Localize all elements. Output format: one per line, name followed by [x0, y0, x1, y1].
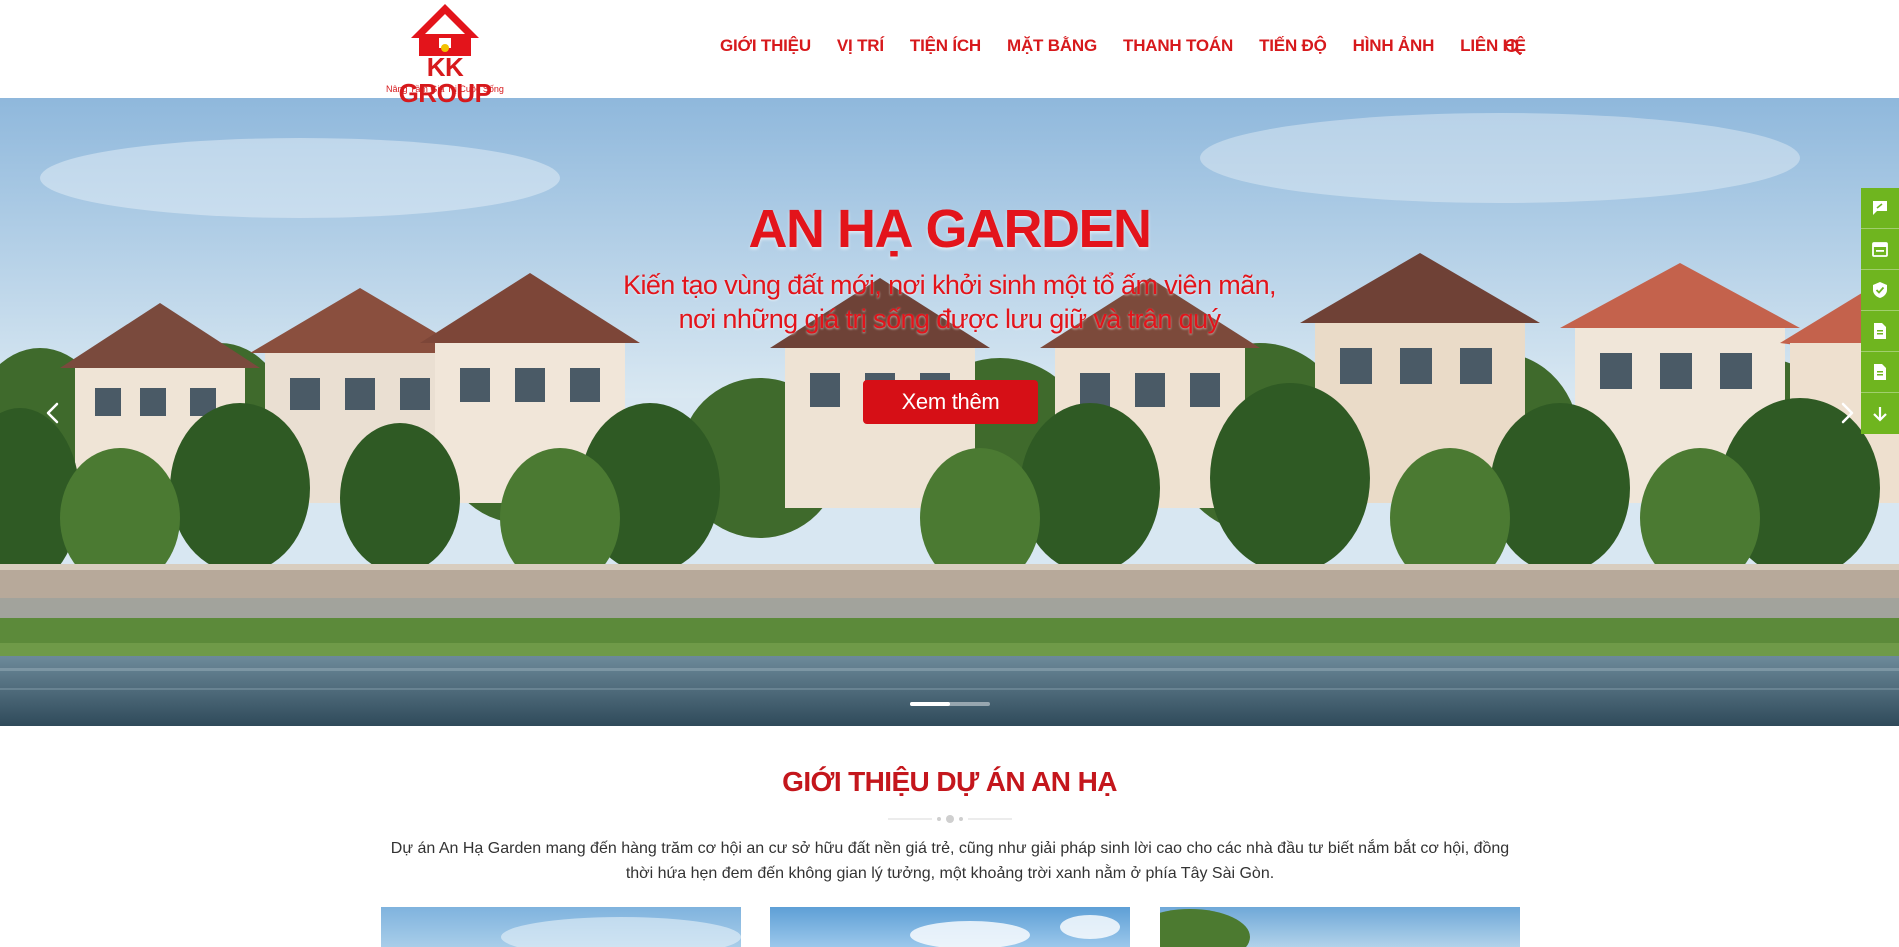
hero-slider: AN HẠ GARDEN Kiến tạo vùng đất mới, nơi …	[0, 98, 1899, 726]
feedback-button[interactable]	[1861, 188, 1899, 229]
main-nav: GIỚI THIỆU VỊ TRÍ TIỆN ÍCH MẶT BẰNG THAN…	[720, 36, 1526, 56]
arrow-down-icon	[1873, 406, 1887, 422]
nav-thanh-toan[interactable]: THANH TOÁN	[1123, 36, 1233, 56]
section-intro-text: Dự án An Hạ Garden mang đến hàng trăm cơ…	[390, 840, 1510, 882]
nav-gioi-thieu[interactable]: GIỚI THIỆU	[720, 36, 811, 56]
slider-dot-active[interactable]	[910, 702, 950, 706]
house-logo-icon	[411, 4, 479, 56]
hero-subtitle-line1: Kiến tạo vùng đất mới, nơi khởi sinh một…	[623, 270, 1276, 300]
floating-action-bar	[1861, 188, 1899, 434]
gallery-thumbnail-2[interactable]	[770, 907, 1130, 947]
thumbnail-image	[1160, 909, 1250, 947]
nav-hinh-anh[interactable]: HÌNH ẢNH	[1353, 36, 1435, 56]
site-header: KK GROUP Nâng Tầm Giá Trị Cuộc Sống GIỚI…	[0, 0, 1899, 106]
nav-mat-bang[interactable]: MẶT BẰNG	[1007, 36, 1097, 56]
shield-check-icon	[1873, 282, 1887, 298]
thumbnail-image	[501, 917, 741, 947]
policy-button[interactable]	[1861, 270, 1899, 311]
section-title: GIỚI THIỆU DỰ ÁN AN HẠ	[782, 766, 1117, 797]
chevron-right-icon[interactable]	[1832, 398, 1862, 428]
hero-subtitle-line2: nơi những giá trị sống được lưu giữ và t…	[678, 304, 1221, 334]
document-button-1[interactable]	[1861, 311, 1899, 352]
document-icon	[1874, 323, 1886, 339]
section-divider	[888, 815, 1012, 823]
logo-name: KK GROUP	[398, 52, 492, 108]
xem-them-button[interactable]: Xem thêm	[863, 380, 1038, 424]
thumbnail-image	[910, 915, 1120, 947]
gallery-thumbnail-3[interactable]	[1160, 907, 1520, 947]
feedback-icon	[1873, 201, 1887, 215]
download-button[interactable]	[1861, 393, 1899, 434]
document-button-2[interactable]	[1861, 352, 1899, 393]
chevron-left-icon[interactable]	[38, 398, 68, 428]
nav-vi-tri[interactable]: VỊ TRÍ	[837, 36, 884, 56]
search-icon[interactable]	[1504, 38, 1522, 56]
schedule-button[interactable]	[1861, 229, 1899, 270]
slider-pagination	[910, 702, 990, 706]
logo-tagline: Nâng Tầm Giá Trị Cuộc Sống	[386, 84, 504, 94]
hero-title: AN HẠ GARDEN	[748, 199, 1152, 259]
document-icon	[1874, 364, 1886, 380]
nav-tien-ich[interactable]: TIỆN ÍCH	[910, 36, 981, 56]
kk-group-logo[interactable]: KK GROUP Nâng Tầm Giá Trị Cuộc Sống	[381, 2, 509, 106]
nav-tien-do[interactable]: TIẾN ĐỘ	[1259, 36, 1327, 56]
calendar-icon	[1872, 242, 1888, 257]
gallery-thumbnail-1[interactable]	[381, 907, 741, 947]
